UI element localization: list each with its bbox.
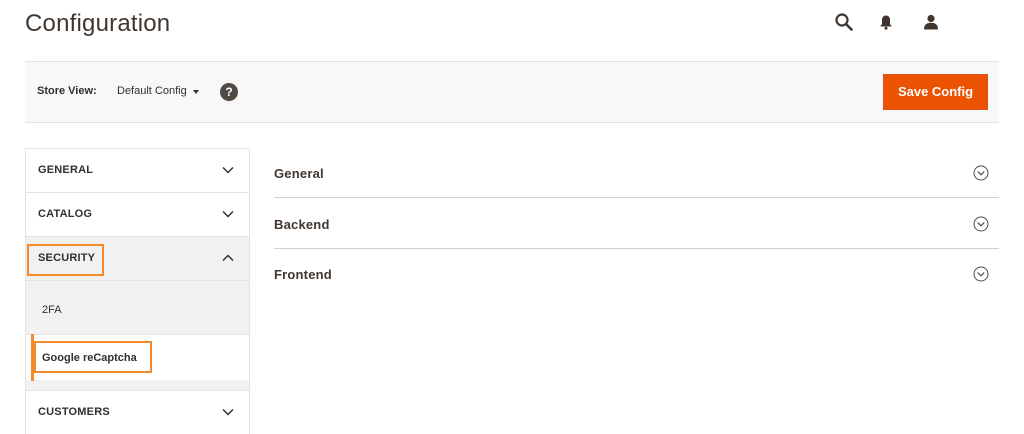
sidebar-divider	[26, 380, 249, 390]
store-view-value: Default Config	[117, 85, 187, 97]
expand-circle-icon	[973, 266, 989, 282]
section-divider	[274, 197, 999, 198]
sidebar-item-2fa[interactable]: 2FA	[26, 280, 249, 334]
sidebar-group-label: GENERAL	[38, 164, 94, 176]
bell-icon[interactable]	[875, 11, 897, 33]
section-title: General	[274, 166, 324, 181]
store-view-dropdown[interactable]: Default Config	[117, 85, 199, 97]
section-backend[interactable]: Backend	[274, 199, 999, 249]
sidebar-group-catalog[interactable]: CATALOG	[26, 192, 249, 236]
sidebar-group-general[interactable]: GENERAL	[26, 148, 249, 192]
store-view-label: Store View:	[37, 85, 97, 97]
sidebar-item-label: 2FA	[42, 304, 62, 316]
section-frontend[interactable]: Frontend	[274, 249, 999, 299]
caret-down-icon	[192, 89, 199, 94]
store-view-bar: Store View: Default Config ? Save Config	[25, 61, 999, 123]
chevron-down-icon	[222, 408, 234, 416]
help-icon[interactable]: ?	[220, 83, 238, 101]
section-general[interactable]: General	[274, 148, 999, 198]
sidebar-group-customers[interactable]: CUSTOMERS	[26, 390, 249, 434]
header-actions	[833, 11, 943, 33]
config-sidebar: GENERAL CATALOG SECURITY 2FA Google reCa…	[25, 148, 250, 434]
sidebar-item-label: Google reCaptcha	[42, 352, 137, 364]
section-title: Backend	[274, 217, 330, 232]
sidebar-group-label: CATALOG	[38, 208, 93, 220]
chevron-up-icon	[222, 254, 234, 262]
section-title: Frontend	[274, 267, 332, 282]
sidebar-item-google-recaptcha[interactable]: Google reCaptcha	[26, 334, 249, 380]
chevron-down-icon	[222, 210, 234, 218]
sidebar-group-label: CUSTOMERS	[38, 406, 110, 418]
expand-circle-icon	[973, 165, 989, 181]
chevron-down-icon	[222, 166, 234, 174]
user-icon[interactable]	[920, 11, 942, 33]
sidebar-group-security[interactable]: SECURITY	[26, 236, 249, 280]
search-icon[interactable]	[833, 11, 855, 33]
expand-circle-icon	[973, 216, 989, 232]
page-title: Configuration	[25, 10, 171, 37]
save-config-button[interactable]: Save Config	[883, 74, 988, 110]
sidebar-group-label: SECURITY	[38, 252, 96, 264]
